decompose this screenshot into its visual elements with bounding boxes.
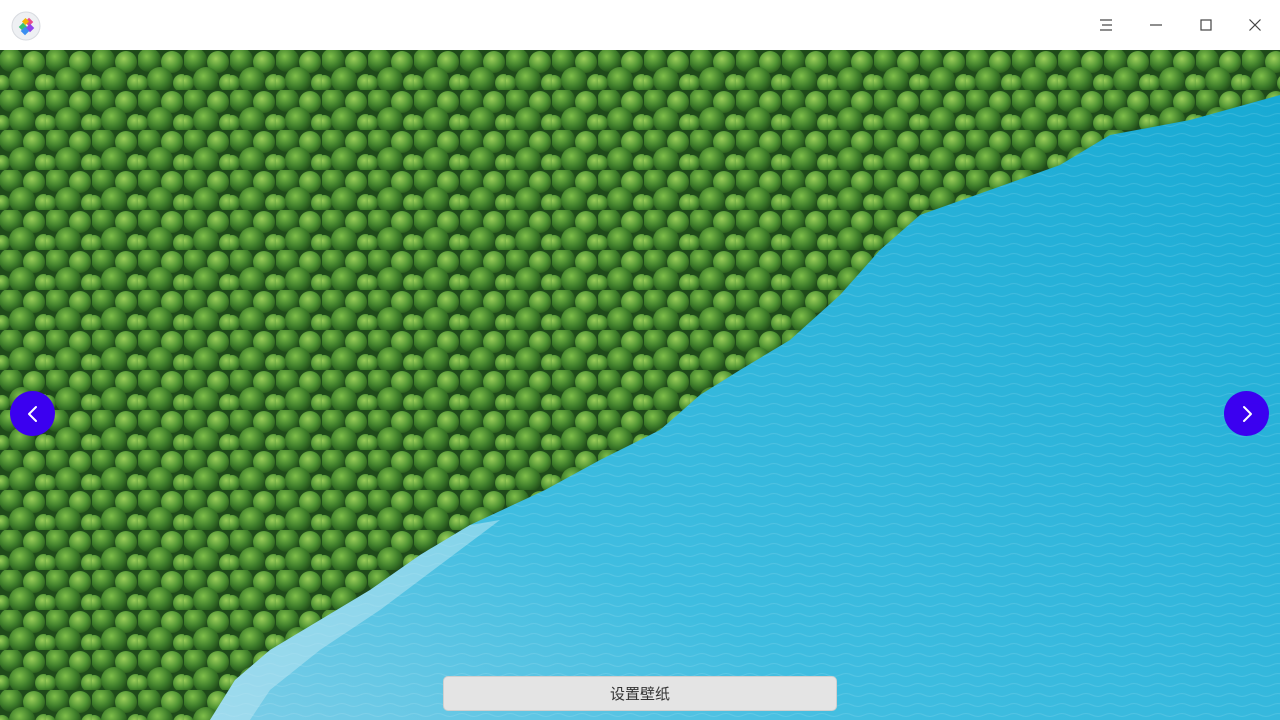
chevron-right-icon [1242,405,1252,422]
previous-wallpaper-button[interactable] [10,391,55,436]
menu-icon [1100,19,1112,31]
maximize-button[interactable] [1186,5,1226,45]
title-bar [0,0,1280,50]
maximize-icon [1200,19,1212,31]
wallpaper-preview [0,50,1280,720]
menu-button[interactable] [1086,5,1126,45]
close-icon [1249,19,1261,31]
minimize-icon [1150,24,1162,26]
close-button[interactable] [1235,5,1275,45]
next-wallpaper-button[interactable] [1224,391,1269,436]
wallpaper-viewer-window: 设置壁纸 [0,0,1280,720]
app-logo-icon [11,11,41,41]
set-wallpaper-label: 设置壁纸 [609,685,670,703]
set-wallpaper-button[interactable]: 设置壁纸 [443,676,837,711]
wallpaper-image [0,50,1280,720]
chevron-left-icon [27,405,37,422]
minimize-button[interactable] [1136,5,1176,45]
